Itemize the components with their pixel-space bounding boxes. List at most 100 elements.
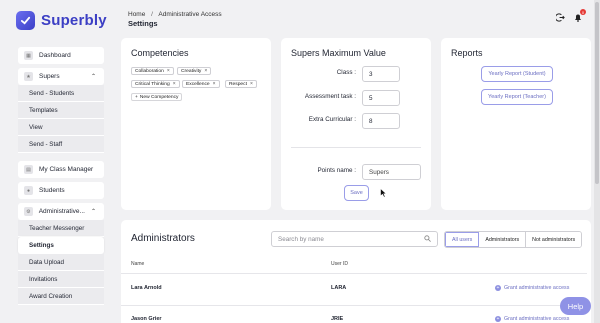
competency-chip: Critical Thinking × xyxy=(131,80,180,88)
mouse-cursor-icon xyxy=(380,187,388,200)
sidebar: Superbly ▦ Dashboard ★ Supers ⌃ Send - S… xyxy=(0,0,112,323)
points-name-input[interactable]: Supers xyxy=(362,164,421,180)
filter-not-administrators[interactable]: Not administrators xyxy=(526,232,582,247)
sidebar-item-label: Supers xyxy=(39,73,60,80)
sidebar-item-supers[interactable]: ★ Supers ⌃ xyxy=(18,68,104,85)
competency-chip: Excellence × xyxy=(182,80,220,88)
sidebar-subitem-view[interactable]: View xyxy=(18,119,104,136)
sidebar-item-label: Administrative... xyxy=(38,208,85,215)
page-scrollbar[interactable] xyxy=(594,0,600,323)
search-icon xyxy=(424,234,431,244)
grant-access-button[interactable]: + Grant administrative access xyxy=(495,285,569,291)
admin-submenu: Teacher Messenger Settings Data Upload I… xyxy=(18,220,104,305)
notification-badge: 0 xyxy=(580,9,586,15)
sidebar-subitem-send-staff[interactable]: Send - Staff xyxy=(18,136,104,153)
supers-max-card: Supers Maximum Value Class : 3 Assessmen… xyxy=(281,38,431,210)
sidebar-item-administrative[interactable]: ⚙ Administrative... ⌃ xyxy=(18,203,104,220)
column-header-name: Name xyxy=(131,261,145,267)
save-button[interactable]: Save xyxy=(344,185,369,201)
row-name: Jason Grier xyxy=(131,316,162,322)
competency-chip: Collaboration × xyxy=(131,67,174,75)
logo-check-icon xyxy=(16,11,35,30)
help-button[interactable]: Help xyxy=(560,297,591,315)
chevron-up-icon: ⌃ xyxy=(90,209,96,215)
competency-chip: Respect × xyxy=(225,80,257,88)
sidebar-subitem-data-upload[interactable]: Data Upload xyxy=(18,254,104,271)
sidebar-subitem-templates[interactable]: Templates xyxy=(18,102,104,119)
header-actions: 0 xyxy=(556,9,586,22)
brand-logo[interactable]: Superbly xyxy=(16,11,107,30)
plus-icon: + xyxy=(135,94,138,100)
breadcrumb: Home / Administrative Access xyxy=(128,11,222,18)
sidebar-item-dashboard[interactable]: ▦ Dashboard xyxy=(18,47,104,64)
sidebar-subitem-teacher-messenger[interactable]: Teacher Messenger xyxy=(18,220,104,237)
extra-curricular-max-input[interactable]: 8 xyxy=(362,113,400,129)
close-icon[interactable]: × xyxy=(204,68,207,74)
reports-card: Reports Yearly Report (Student) Yearly R… xyxy=(441,38,591,210)
users-icon: ● xyxy=(24,186,33,195)
yearly-report-teacher-button[interactable]: Yearly Report (Teacher) xyxy=(481,89,553,105)
chevron-up-icon: ⌃ xyxy=(90,74,96,80)
nav-dashboard-group: ▦ Dashboard xyxy=(18,47,104,64)
grant-label: Grant administrative access xyxy=(504,316,570,322)
dashboard-icon: ▦ xyxy=(24,51,33,60)
sidebar-subitem-award-creation[interactable]: Award Creation xyxy=(18,288,104,305)
sidebar-item-students[interactable]: ● Students xyxy=(18,182,104,199)
administrators-title: Administrators xyxy=(131,233,195,244)
chip-label: Creativity xyxy=(181,68,202,74)
breadcrumb-current: Administrative Access xyxy=(158,11,222,18)
plus-circle-icon: + xyxy=(495,285,501,291)
user-filter-segmented: All users Administrators Not administrat… xyxy=(444,231,583,248)
plus-circle-icon: + xyxy=(495,316,501,322)
filter-administrators[interactable]: Administrators xyxy=(479,232,527,247)
nav-admin-group: ⚙ Administrative... ⌃ Teacher Messenger … xyxy=(18,203,104,305)
sidebar-item-label: Dashboard xyxy=(39,52,71,59)
competencies-title: Competencies xyxy=(131,48,189,58)
button-label: New Competency xyxy=(139,94,179,100)
bell-icon[interactable]: 0 xyxy=(573,9,586,22)
sidebar-item-class-manager[interactable]: ▤ My Class Manager xyxy=(18,161,104,178)
class-max-input[interactable]: 3 xyxy=(362,66,400,82)
chip-label: Respect xyxy=(229,81,247,87)
points-name-label: Points name : xyxy=(317,167,356,174)
grant-access-button[interactable]: + Grant administrative access xyxy=(495,316,569,322)
sidebar-item-label: Students xyxy=(39,187,65,194)
sidebar-subitem-send-students[interactable]: Send - Students xyxy=(18,85,104,102)
star-icon: ★ xyxy=(24,72,33,81)
row-divider xyxy=(121,305,587,306)
row-user-id: JRIE xyxy=(331,316,344,322)
extra-curricular-label: Extra Curricular : xyxy=(308,116,356,123)
nav-supers-group: ★ Supers ⌃ Send - Students Templates Vie… xyxy=(18,68,104,153)
chip-label: Excellence xyxy=(186,81,210,87)
sidebar-subitem-invitations[interactable]: Invitations xyxy=(18,271,104,288)
sidebar-item-label: My Class Manager xyxy=(39,166,94,173)
close-icon[interactable]: × xyxy=(173,81,176,87)
nav-class-group: ▤ My Class Manager xyxy=(18,161,104,178)
page-title: Settings xyxy=(128,19,158,28)
breadcrumb-home[interactable]: Home xyxy=(128,11,145,18)
class-label: Class : xyxy=(336,69,356,76)
column-header-user-id: User ID xyxy=(331,261,348,267)
supers-max-title: Supers Maximum Value xyxy=(291,48,386,58)
assessment-max-input[interactable]: 5 xyxy=(362,90,400,106)
competency-chip: Creativity × xyxy=(177,67,212,75)
new-competency-button[interactable]: + New Competency xyxy=(131,93,183,101)
close-icon[interactable]: × xyxy=(250,81,253,87)
chip-label: Critical Thinking xyxy=(135,81,170,87)
close-icon[interactable]: × xyxy=(167,68,170,74)
filter-all-users[interactable]: All users xyxy=(445,232,480,247)
clipboard-icon: ▤ xyxy=(24,165,33,174)
supers-submenu: Send - Students Templates View Send - St… xyxy=(18,85,104,153)
assessment-label: Assessment task : xyxy=(304,93,356,100)
competencies-card: Competencies Collaboration × Creativity × … xyxy=(121,38,271,210)
reports-title: Reports xyxy=(451,48,483,58)
gear-icon: ⚙ xyxy=(24,207,33,216)
scrollbar-thumb[interactable] xyxy=(595,2,599,184)
sidebar-subitem-settings[interactable]: Settings xyxy=(18,237,104,254)
row-divider xyxy=(121,273,587,274)
divider xyxy=(291,147,421,148)
search-input[interactable]: Search by name xyxy=(271,231,438,247)
yearly-report-student-button[interactable]: Yearly Report (Student) xyxy=(481,66,553,82)
close-icon[interactable]: × xyxy=(213,81,216,87)
logout-icon[interactable] xyxy=(556,13,565,22)
